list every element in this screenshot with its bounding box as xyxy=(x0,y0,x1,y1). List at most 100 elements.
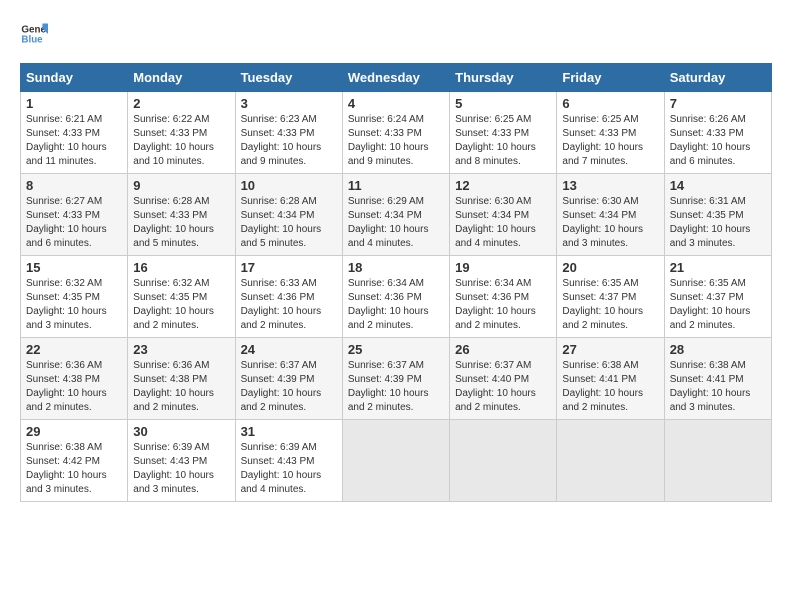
calendar-cell: 26 Sunrise: 6:37 AM Sunset: 4:40 PM Dayl… xyxy=(450,338,557,420)
day-number: 18 xyxy=(348,260,444,275)
day-info: Sunrise: 6:37 AM Sunset: 4:39 PM Dayligh… xyxy=(348,359,444,415)
calendar-cell: 16 Sunrise: 6:32 AM Sunset: 4:35 PM Dayl… xyxy=(128,256,235,338)
day-info: Sunrise: 6:33 AM Sunset: 4:36 PM Dayligh… xyxy=(241,277,337,333)
day-info: Sunrise: 6:34 AM Sunset: 4:36 PM Dayligh… xyxy=(348,277,444,333)
day-number: 25 xyxy=(348,342,444,357)
day-info: Sunrise: 6:28 AM Sunset: 4:34 PM Dayligh… xyxy=(241,195,337,251)
day-info: Sunrise: 6:36 AM Sunset: 4:38 PM Dayligh… xyxy=(133,359,229,415)
day-number: 4 xyxy=(348,96,444,111)
calendar-cell: 23 Sunrise: 6:36 AM Sunset: 4:38 PM Dayl… xyxy=(128,338,235,420)
day-number: 19 xyxy=(455,260,551,275)
day-number: 24 xyxy=(241,342,337,357)
day-number: 6 xyxy=(562,96,658,111)
calendar-cell: 25 Sunrise: 6:37 AM Sunset: 4:39 PM Dayl… xyxy=(342,338,449,420)
day-info: Sunrise: 6:36 AM Sunset: 4:38 PM Dayligh… xyxy=(26,359,122,415)
day-number: 30 xyxy=(133,424,229,439)
day-info: Sunrise: 6:26 AM Sunset: 4:33 PM Dayligh… xyxy=(670,113,766,169)
calendar-cell: 4 Sunrise: 6:24 AM Sunset: 4:33 PM Dayli… xyxy=(342,92,449,174)
day-number: 31 xyxy=(241,424,337,439)
day-info: Sunrise: 6:38 AM Sunset: 4:42 PM Dayligh… xyxy=(26,441,122,497)
day-info: Sunrise: 6:32 AM Sunset: 4:35 PM Dayligh… xyxy=(26,277,122,333)
day-number: 17 xyxy=(241,260,337,275)
day-number: 27 xyxy=(562,342,658,357)
calendar-cell: 17 Sunrise: 6:33 AM Sunset: 4:36 PM Dayl… xyxy=(235,256,342,338)
calendar-cell: 31 Sunrise: 6:39 AM Sunset: 4:43 PM Dayl… xyxy=(235,420,342,502)
calendar-cell: 6 Sunrise: 6:25 AM Sunset: 4:33 PM Dayli… xyxy=(557,92,664,174)
week-row-3: 15 Sunrise: 6:32 AM Sunset: 4:35 PM Dayl… xyxy=(21,256,772,338)
day-info: Sunrise: 6:30 AM Sunset: 4:34 PM Dayligh… xyxy=(455,195,551,251)
day-number: 2 xyxy=(133,96,229,111)
day-number: 8 xyxy=(26,178,122,193)
day-info: Sunrise: 6:39 AM Sunset: 4:43 PM Dayligh… xyxy=(133,441,229,497)
day-info: Sunrise: 6:39 AM Sunset: 4:43 PM Dayligh… xyxy=(241,441,337,497)
calendar-cell: 8 Sunrise: 6:27 AM Sunset: 4:33 PM Dayli… xyxy=(21,174,128,256)
weekday-header-monday: Monday xyxy=(128,64,235,92)
calendar-cell: 18 Sunrise: 6:34 AM Sunset: 4:36 PM Dayl… xyxy=(342,256,449,338)
day-info: Sunrise: 6:35 AM Sunset: 4:37 PM Dayligh… xyxy=(670,277,766,333)
day-info: Sunrise: 6:21 AM Sunset: 4:33 PM Dayligh… xyxy=(26,113,122,169)
day-number: 16 xyxy=(133,260,229,275)
day-number: 29 xyxy=(26,424,122,439)
weekday-header-row: SundayMondayTuesdayWednesdayThursdayFrid… xyxy=(21,64,772,92)
day-number: 26 xyxy=(455,342,551,357)
day-info: Sunrise: 6:37 AM Sunset: 4:40 PM Dayligh… xyxy=(455,359,551,415)
calendar-cell: 24 Sunrise: 6:37 AM Sunset: 4:39 PM Dayl… xyxy=(235,338,342,420)
calendar-cell: 28 Sunrise: 6:38 AM Sunset: 4:41 PM Dayl… xyxy=(664,338,771,420)
day-number: 5 xyxy=(455,96,551,111)
day-info: Sunrise: 6:29 AM Sunset: 4:34 PM Dayligh… xyxy=(348,195,444,251)
weekday-header-sunday: Sunday xyxy=(21,64,128,92)
day-info: Sunrise: 6:38 AM Sunset: 4:41 PM Dayligh… xyxy=(670,359,766,415)
day-info: Sunrise: 6:35 AM Sunset: 4:37 PM Dayligh… xyxy=(562,277,658,333)
svg-text:Blue: Blue xyxy=(21,34,43,45)
calendar-table: SundayMondayTuesdayWednesdayThursdayFrid… xyxy=(20,63,772,502)
weekday-header-tuesday: Tuesday xyxy=(235,64,342,92)
calendar-cell: 12 Sunrise: 6:30 AM Sunset: 4:34 PM Dayl… xyxy=(450,174,557,256)
day-info: Sunrise: 6:34 AM Sunset: 4:36 PM Dayligh… xyxy=(455,277,551,333)
logo: General Blue xyxy=(20,20,52,48)
day-number: 7 xyxy=(670,96,766,111)
calendar-cell: 15 Sunrise: 6:32 AM Sunset: 4:35 PM Dayl… xyxy=(21,256,128,338)
calendar-cell xyxy=(664,420,771,502)
calendar-cell: 29 Sunrise: 6:38 AM Sunset: 4:42 PM Dayl… xyxy=(21,420,128,502)
day-info: Sunrise: 6:31 AM Sunset: 4:35 PM Dayligh… xyxy=(670,195,766,251)
day-number: 9 xyxy=(133,178,229,193)
calendar-cell xyxy=(342,420,449,502)
calendar-cell xyxy=(450,420,557,502)
calendar-cell: 30 Sunrise: 6:39 AM Sunset: 4:43 PM Dayl… xyxy=(128,420,235,502)
day-number: 10 xyxy=(241,178,337,193)
day-info: Sunrise: 6:24 AM Sunset: 4:33 PM Dayligh… xyxy=(348,113,444,169)
day-info: Sunrise: 6:37 AM Sunset: 4:39 PM Dayligh… xyxy=(241,359,337,415)
day-number: 1 xyxy=(26,96,122,111)
day-number: 11 xyxy=(348,178,444,193)
calendar-body: 1 Sunrise: 6:21 AM Sunset: 4:33 PM Dayli… xyxy=(21,92,772,502)
day-info: Sunrise: 6:25 AM Sunset: 4:33 PM Dayligh… xyxy=(562,113,658,169)
day-number: 23 xyxy=(133,342,229,357)
week-row-2: 8 Sunrise: 6:27 AM Sunset: 4:33 PM Dayli… xyxy=(21,174,772,256)
calendar-cell: 7 Sunrise: 6:26 AM Sunset: 4:33 PM Dayli… xyxy=(664,92,771,174)
weekday-header-saturday: Saturday xyxy=(664,64,771,92)
calendar-cell: 2 Sunrise: 6:22 AM Sunset: 4:33 PM Dayli… xyxy=(128,92,235,174)
calendar-cell: 10 Sunrise: 6:28 AM Sunset: 4:34 PM Dayl… xyxy=(235,174,342,256)
day-info: Sunrise: 6:23 AM Sunset: 4:33 PM Dayligh… xyxy=(241,113,337,169)
day-number: 13 xyxy=(562,178,658,193)
calendar-cell xyxy=(557,420,664,502)
calendar-cell: 11 Sunrise: 6:29 AM Sunset: 4:34 PM Dayl… xyxy=(342,174,449,256)
calendar-cell: 19 Sunrise: 6:34 AM Sunset: 4:36 PM Dayl… xyxy=(450,256,557,338)
logo-icon: General Blue xyxy=(20,20,48,48)
week-row-4: 22 Sunrise: 6:36 AM Sunset: 4:38 PM Dayl… xyxy=(21,338,772,420)
calendar-cell: 22 Sunrise: 6:36 AM Sunset: 4:38 PM Dayl… xyxy=(21,338,128,420)
weekday-header-friday: Friday xyxy=(557,64,664,92)
day-number: 20 xyxy=(562,260,658,275)
day-info: Sunrise: 6:27 AM Sunset: 4:33 PM Dayligh… xyxy=(26,195,122,251)
calendar-cell: 1 Sunrise: 6:21 AM Sunset: 4:33 PM Dayli… xyxy=(21,92,128,174)
day-number: 14 xyxy=(670,178,766,193)
calendar-cell: 13 Sunrise: 6:30 AM Sunset: 4:34 PM Dayl… xyxy=(557,174,664,256)
header: General Blue xyxy=(20,20,772,48)
calendar-cell: 20 Sunrise: 6:35 AM Sunset: 4:37 PM Dayl… xyxy=(557,256,664,338)
calendar-cell: 21 Sunrise: 6:35 AM Sunset: 4:37 PM Dayl… xyxy=(664,256,771,338)
day-info: Sunrise: 6:30 AM Sunset: 4:34 PM Dayligh… xyxy=(562,195,658,251)
day-info: Sunrise: 6:38 AM Sunset: 4:41 PM Dayligh… xyxy=(562,359,658,415)
calendar-cell: 14 Sunrise: 6:31 AM Sunset: 4:35 PM Dayl… xyxy=(664,174,771,256)
calendar-cell: 3 Sunrise: 6:23 AM Sunset: 4:33 PM Dayli… xyxy=(235,92,342,174)
calendar-cell: 27 Sunrise: 6:38 AM Sunset: 4:41 PM Dayl… xyxy=(557,338,664,420)
